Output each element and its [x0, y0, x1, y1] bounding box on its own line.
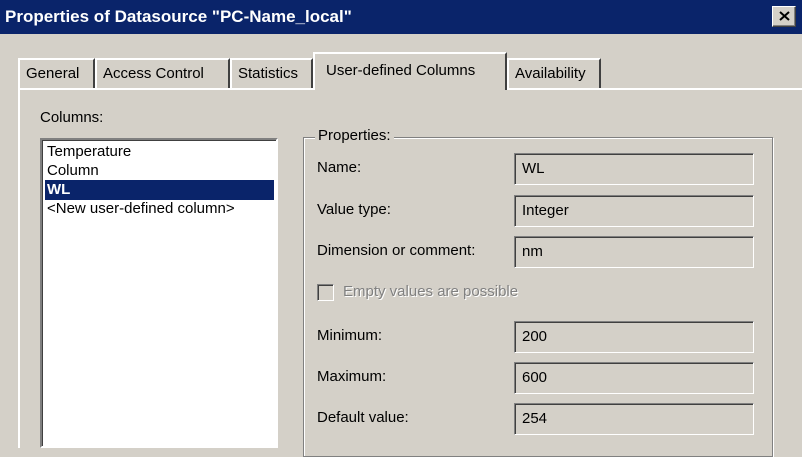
list-item[interactable]: Column — [45, 161, 101, 181]
maximum-field[interactable]: 600 — [514, 362, 754, 394]
name-field[interactable]: WL — [514, 153, 754, 185]
tab-general[interactable]: General — [18, 58, 95, 88]
default-value-field[interactable]: 254 — [514, 403, 754, 435]
list-item[interactable]: Temperature — [45, 142, 133, 162]
window-title: Properties of Datasource "PC-Name_local" — [5, 7, 352, 26]
default-value-label: Default value: — [317, 409, 409, 426]
minimum-field[interactable]: 200 — [514, 321, 754, 353]
empty-values-checkbox[interactable] — [317, 284, 334, 301]
tab-access-control[interactable]: Access Control — [95, 58, 230, 88]
dimension-label: Dimension or comment: — [317, 242, 476, 259]
close-button[interactable] — [772, 6, 796, 27]
list-item-selected[interactable]: WL — [45, 180, 274, 200]
list-item[interactable]: <New user-defined column> — [45, 199, 237, 219]
columns-listbox[interactable]: Temperature Column WL <New user-defined … — [40, 138, 278, 448]
properties-group-label: Properties: — [315, 127, 394, 144]
tab-statistics[interactable]: Statistics — [230, 58, 313, 88]
title-bar: Properties of Datasource "PC-Name_local" — [0, 0, 802, 34]
name-label: Name: — [317, 159, 362, 176]
empty-values-label: Empty values are possible — [343, 283, 519, 300]
close-icon — [779, 11, 790, 21]
minimum-label: Minimum: — [317, 327, 383, 344]
dimension-field[interactable]: nm — [514, 236, 754, 268]
value-type-label: Value type: — [317, 201, 391, 218]
tab-availability[interactable]: Availability — [507, 58, 601, 88]
tab-user-defined-columns[interactable]: User-defined Columns — [313, 52, 507, 90]
columns-label: Columns: — [40, 109, 104, 126]
value-type-field[interactable]: Integer — [514, 195, 754, 227]
maximum-label: Maximum: — [317, 368, 387, 385]
